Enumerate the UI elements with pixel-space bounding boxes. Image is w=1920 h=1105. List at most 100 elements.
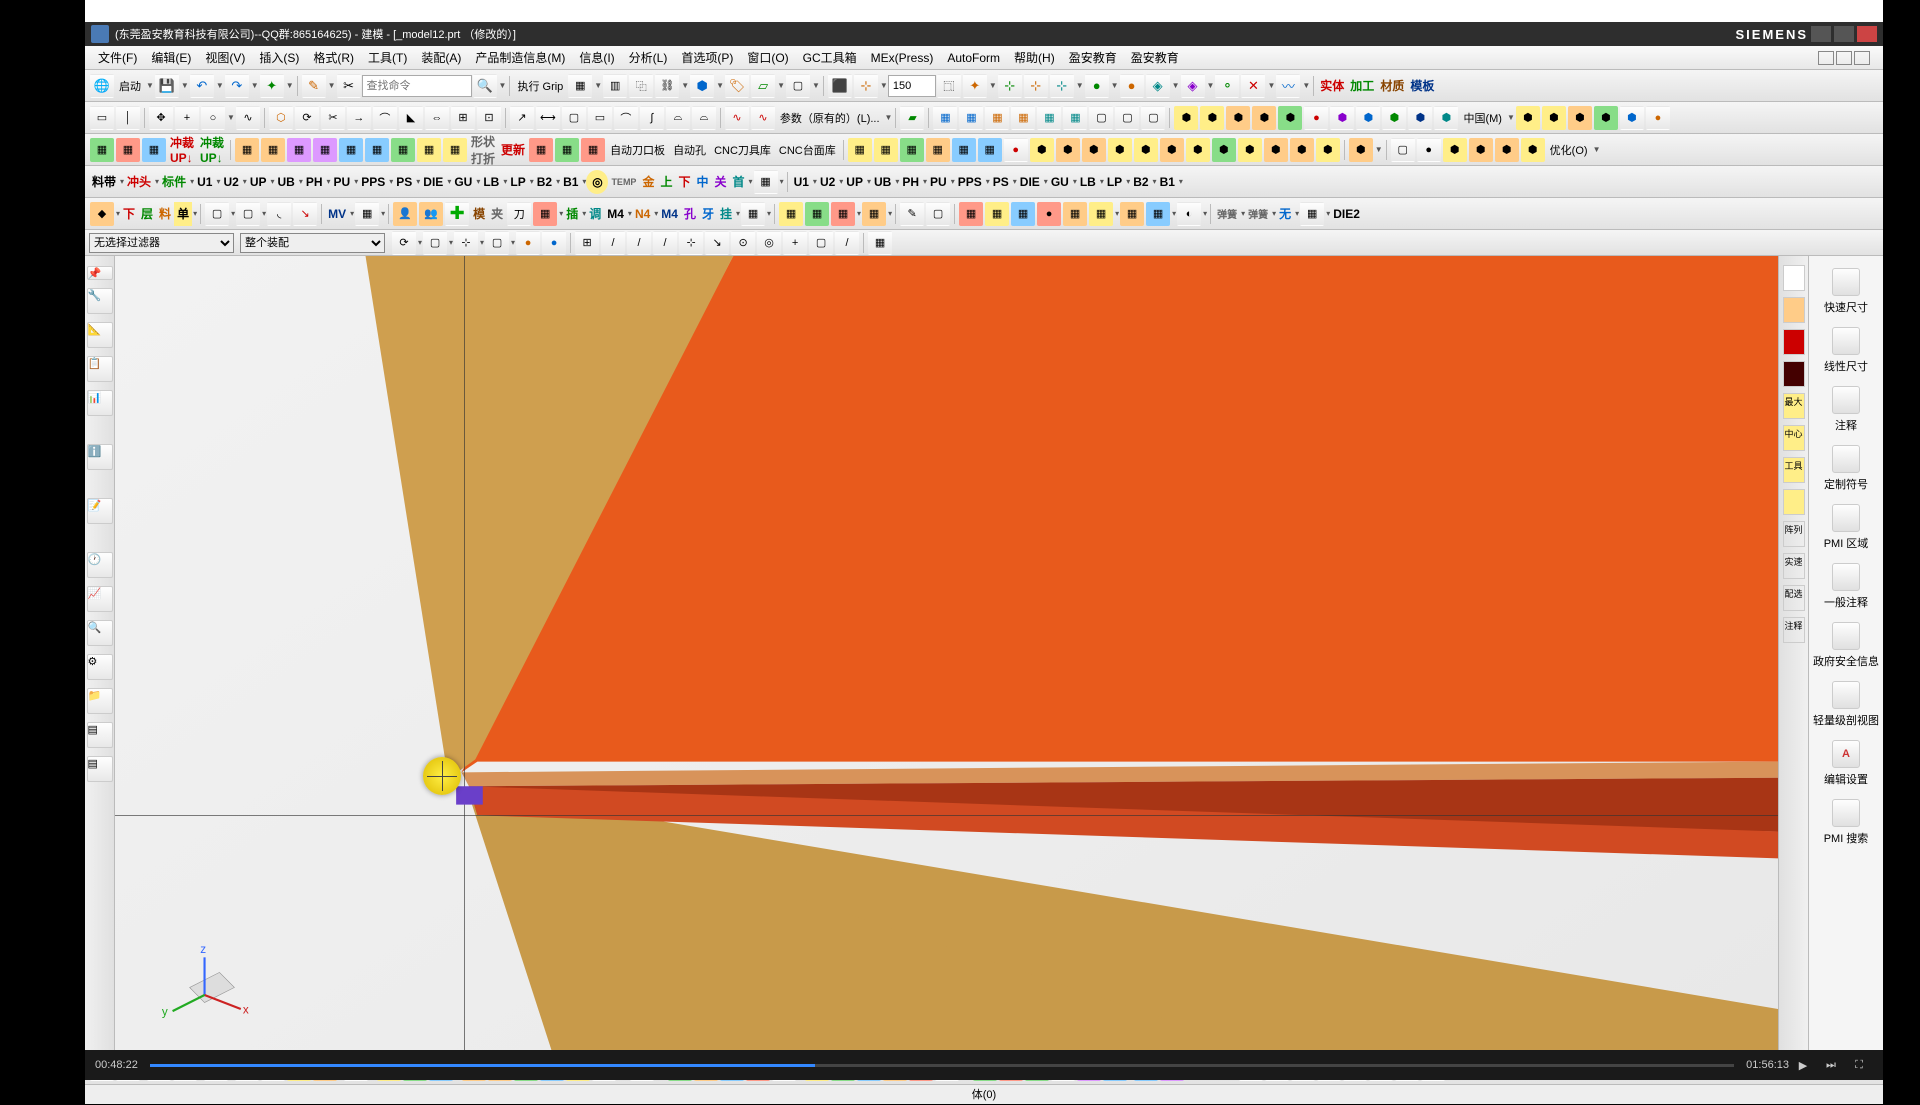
r5a-0[interactable]: 下 xyxy=(120,202,138,226)
r5i-23[interactable]: ▦ xyxy=(1089,202,1113,226)
r5i-20[interactable]: ▦ xyxy=(1011,202,1035,226)
filter-select-1[interactable]: 无选择过滤器 xyxy=(89,233,234,253)
menu-mex[interactable]: MEx(Press) xyxy=(864,51,941,65)
triad-icon[interactable]: ⊹ xyxy=(854,74,878,98)
b6-icon[interactable]: ▦ xyxy=(952,138,976,162)
rp-gov-safety[interactable]: 政府安全信息 xyxy=(1809,616,1883,675)
g2-icon[interactable]: ▢ xyxy=(1115,106,1139,130)
menu-info[interactable]: 信息(I) xyxy=(572,49,621,66)
start-label[interactable]: 启动 xyxy=(115,78,145,94)
r5i-26[interactable]: ◐ xyxy=(1177,202,1201,226)
r4bi[interactable]: ▦ xyxy=(754,170,778,194)
rcurve2-icon[interactable]: ∿ xyxy=(751,106,775,130)
f-7[interactable]: ⊞ xyxy=(575,231,599,255)
b5-icon[interactable]: ▦ xyxy=(365,138,389,162)
rp-quick-dim[interactable]: 快速尺寸 xyxy=(1809,262,1883,321)
fillet-icon[interactable]: ⌒ xyxy=(373,106,397,130)
form-label[interactable]: 形状打折 xyxy=(468,138,498,162)
r5i-12[interactable]: ▦ xyxy=(779,202,803,226)
g1-icon[interactable]: ▢ xyxy=(1089,106,1113,130)
r4b-1[interactable]: TEMP xyxy=(608,170,639,194)
g7-icon[interactable]: ▦ xyxy=(90,138,114,162)
punch-label[interactable]: 冲裁UP↓ xyxy=(167,138,197,162)
r4c-11[interactable]: LP xyxy=(1104,170,1125,194)
r5a-1[interactable]: 层 xyxy=(138,202,156,226)
offset-icon[interactable]: ⟳ xyxy=(295,106,319,130)
menu-analysis[interactable]: 分析(L) xyxy=(622,49,675,66)
menu-autoform[interactable]: AutoForm xyxy=(940,51,1007,65)
y10-icon[interactable]: ⬢ xyxy=(1108,138,1132,162)
video-next-icon[interactable]: ⏭ xyxy=(1821,1055,1841,1075)
r4-12[interactable]: GU xyxy=(451,170,475,194)
f-14[interactable]: ◎ xyxy=(757,231,781,255)
sheet-icon[interactable]: ▱ xyxy=(751,74,775,98)
y14-icon[interactable]: ⬢ xyxy=(1316,138,1340,162)
r4-10[interactable]: PS xyxy=(393,170,415,194)
o13-icon[interactable]: ⬢ xyxy=(1349,138,1373,162)
y8-icon[interactable]: ▦ xyxy=(874,138,898,162)
exec-label[interactable]: 执行 Grip xyxy=(513,78,567,94)
prism-icon[interactable]: ◈ xyxy=(1146,74,1170,98)
doc-close-button[interactable] xyxy=(1854,51,1870,65)
blue2-icon[interactable]: ▦ xyxy=(959,106,983,130)
menu-assembly[interactable]: 装配(A) xyxy=(414,49,468,66)
lt-10[interactable]: ⚙ xyxy=(87,654,113,680)
lbl-machine[interactable]: 加工 xyxy=(1347,74,1377,98)
p2-icon[interactable]: ▦ xyxy=(287,138,311,162)
curve-icon[interactable]: ⌓ xyxy=(666,106,690,130)
o2-icon[interactable]: ⬢ xyxy=(1252,106,1276,130)
lt-3[interactable]: 📋 xyxy=(87,356,113,382)
r4c-0[interactable]: U1 xyxy=(791,170,812,194)
r4-icon[interactable]: ▦ xyxy=(581,138,605,162)
o1-icon[interactable]: ⬢ xyxy=(1226,106,1250,130)
r5i-13[interactable]: ▦ xyxy=(805,202,829,226)
axis3-icon[interactable]: ⊹ xyxy=(1050,74,1074,98)
grid-icon[interactable]: ▦ xyxy=(568,74,592,98)
sketch-line-icon[interactable]: │ xyxy=(116,106,140,130)
g11-icon[interactable]: ⬢ xyxy=(1212,138,1236,162)
spline-icon[interactable]: ∫ xyxy=(640,106,664,130)
f-17[interactable]: / xyxy=(835,231,859,255)
video-progress-bar[interactable] xyxy=(150,1064,1734,1067)
slot-icon[interactable]: ▭ xyxy=(588,106,612,130)
rs-3[interactable] xyxy=(1783,361,1805,387)
rp-custom-symbol[interactable]: 定制符号 xyxy=(1809,439,1883,498)
te2-icon[interactable]: ▦ xyxy=(1063,106,1087,130)
r5i-cha[interactable]: 插 xyxy=(563,202,581,226)
undo-icon[interactable]: ↶ xyxy=(190,74,214,98)
r4-6[interactable]: UB xyxy=(275,170,298,194)
r5a-3[interactable]: 单 xyxy=(174,202,192,226)
rect-icon[interactable]: ▢ xyxy=(786,74,810,98)
r4-5[interactable]: UP xyxy=(247,170,270,194)
r5i-18[interactable]: ▦ xyxy=(959,202,983,226)
r5b-1[interactable]: 调 xyxy=(586,202,604,226)
r5i-7[interactable]: 👥 xyxy=(419,202,443,226)
arrow-icon[interactable]: ↗ xyxy=(510,106,534,130)
r5i-27[interactable]: ▦ xyxy=(1300,202,1324,226)
te1-icon[interactable]: ▦ xyxy=(1037,106,1061,130)
f-16[interactable]: ▢ xyxy=(809,231,833,255)
lt-7[interactable]: 🕐 xyxy=(87,552,113,578)
f-5[interactable]: ● xyxy=(516,231,540,255)
circle-icon[interactable]: ○ xyxy=(201,106,225,130)
rcurve-icon[interactable]: ∿ xyxy=(725,106,749,130)
r5i-jia[interactable]: 夹 xyxy=(488,202,506,226)
menu-help[interactable]: 帮助(H) xyxy=(1007,49,1062,66)
search-input[interactable] xyxy=(362,75,472,97)
r4-1[interactable]: 冲头 xyxy=(124,170,154,194)
f-10[interactable]: / xyxy=(653,231,677,255)
lt-2[interactable]: 📐 xyxy=(87,322,113,348)
lt-11[interactable]: 📁 xyxy=(87,688,113,714)
r5i-5[interactable]: ▦ xyxy=(355,202,379,226)
b1-icon[interactable]: ⬢ xyxy=(1356,106,1380,130)
y11-icon[interactable]: ⬢ xyxy=(1134,138,1158,162)
box-icon[interactable]: ▢ xyxy=(562,106,586,130)
doc-minimize-button[interactable] xyxy=(1818,51,1834,65)
axis-icon[interactable]: ⊹ xyxy=(998,74,1022,98)
r5a-2[interactable]: 料 xyxy=(156,202,174,226)
dim-icon[interactable]: ⟷ xyxy=(536,106,560,130)
r4-8[interactable]: PU xyxy=(331,170,354,194)
y1-icon[interactable]: ⬢ xyxy=(1174,106,1198,130)
r5b-7[interactable]: 挂 xyxy=(717,202,735,226)
rp-edit-settings[interactable]: A编辑设置 xyxy=(1809,734,1883,793)
